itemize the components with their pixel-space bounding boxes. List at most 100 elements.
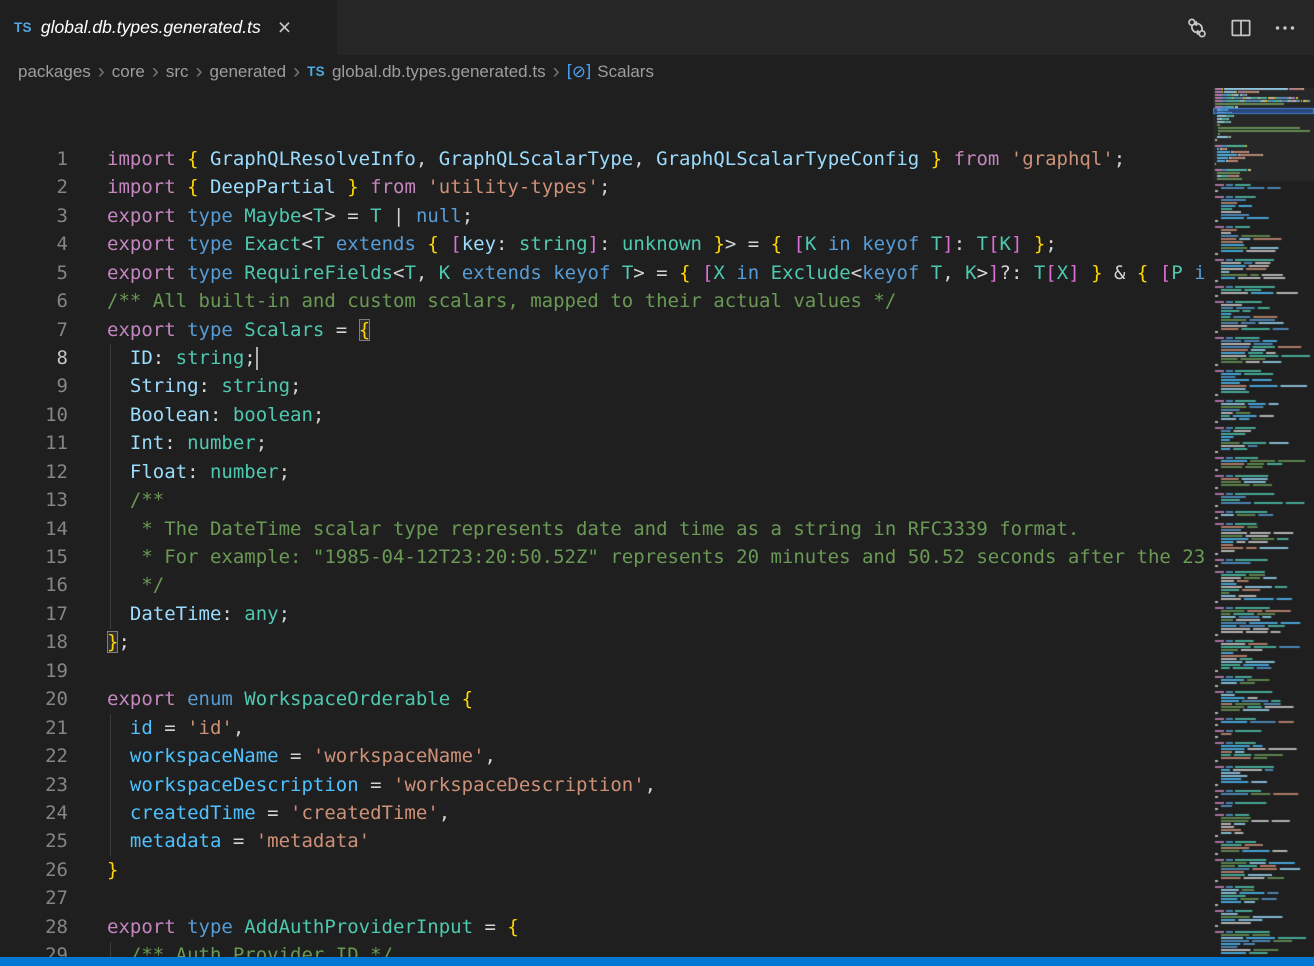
code-line[interactable]: 8 ID: string; <box>0 344 1205 372</box>
code-line[interactable]: 9 String: string; <box>0 372 1205 400</box>
split-editor-icon <box>1229 16 1253 40</box>
line-number[interactable]: 27 <box>0 884 68 912</box>
line-number[interactable]: 24 <box>0 799 68 827</box>
line-number[interactable]: 25 <box>0 827 68 855</box>
code-editor[interactable]: 1import { GraphQLResolveInfo, GraphQLSca… <box>0 88 1205 957</box>
code-text: Float: number; <box>68 458 290 486</box>
code-token: ; <box>599 176 610 198</box>
breadcrumb-symbol[interactable]: [⊘] Scalars <box>567 62 654 82</box>
code-line[interactable]: 3export type Maybe<T> = T | null; <box>0 202 1205 230</box>
chevron-right-icon: › <box>546 61 567 82</box>
code-token: type <box>187 319 244 341</box>
code-token: /** <box>107 489 164 511</box>
code-token: > <box>977 262 988 284</box>
code-line[interactable]: 4export type Exact<T extends { [key: str… <box>0 230 1205 258</box>
code-line[interactable]: 29 /** Auth Provider ID */ <box>0 941 1205 957</box>
line-number[interactable]: 19 <box>0 657 68 685</box>
breadcrumb-file[interactable]: TS global.db.types.generated.ts <box>307 62 545 82</box>
code-line[interactable]: 1import { GraphQLResolveInfo, GraphQLSca… <box>0 145 1205 173</box>
line-number[interactable]: 7 <box>0 316 68 344</box>
line-number[interactable]: 4 <box>0 230 68 258</box>
line-number[interactable]: 6 <box>0 287 68 315</box>
line-number[interactable]: 9 <box>0 372 68 400</box>
close-tab-icon[interactable]: × <box>274 16 295 39</box>
code-line[interactable]: 7export type Scalars = { <box>0 316 1205 344</box>
minimap[interactable] <box>1213 88 1314 957</box>
code-line[interactable]: 10 Boolean: boolean; <box>0 401 1205 429</box>
code-line[interactable]: 13 /** <box>0 486 1205 514</box>
code-text: metadata = 'metadata' <box>68 827 370 855</box>
code-line[interactable]: 15 * For example: "1985-04-12T23:20:50.5… <box>0 543 1205 571</box>
code-line[interactable]: 6/** All built-in and custom scalars, ma… <box>0 287 1205 315</box>
code-line[interactable]: 5export type RequireFields<T, K extends … <box>0 259 1205 287</box>
line-number[interactable]: 11 <box>0 429 68 457</box>
code-token: GraphQLScalarTypeConfig <box>656 148 931 170</box>
line-number[interactable]: 5 <box>0 259 68 287</box>
code-token: extends keyof <box>462 262 622 284</box>
code-line[interactable]: 19 <box>0 657 1205 685</box>
code-line[interactable]: 24 createdTime = 'createdTime', <box>0 799 1205 827</box>
code-token: in <box>1194 262 1205 284</box>
code-token: { <box>771 233 794 255</box>
line-number[interactable]: 18 <box>0 628 68 656</box>
breadcrumb-folder-generated[interactable]: generated <box>210 62 287 82</box>
tab-global-db-types[interactable]: TS global.db.types.generated.ts × <box>0 0 337 55</box>
code-token: Maybe <box>244 205 301 227</box>
code-token: 'createdTime' <box>290 802 439 824</box>
code-line[interactable]: 21 id = 'id', <box>0 714 1205 742</box>
line-number[interactable]: 13 <box>0 486 68 514</box>
code-token: : <box>153 347 176 369</box>
code-line[interactable]: 14 * The DateTime scalar type represents… <box>0 515 1205 543</box>
code-token: ; <box>462 205 473 227</box>
code-line[interactable]: 26} <box>0 856 1205 884</box>
code-token: ] <box>588 233 599 255</box>
line-number[interactable]: 23 <box>0 771 68 799</box>
line-number[interactable]: 28 <box>0 913 68 941</box>
indent-guide <box>110 714 111 856</box>
line-number[interactable]: 29 <box>0 941 68 957</box>
line-number[interactable]: 14 <box>0 515 68 543</box>
code-token: in keyof <box>828 233 931 255</box>
more-actions-button[interactable] <box>1268 11 1302 45</box>
split-editor-button[interactable] <box>1224 11 1258 45</box>
status-bar-accent <box>0 957 1314 966</box>
line-number[interactable]: 20 <box>0 685 68 713</box>
line-number[interactable]: 8 <box>0 344 68 372</box>
line-number[interactable]: 21 <box>0 714 68 742</box>
code-line[interactable]: 16 */ <box>0 571 1205 599</box>
code-text: * The DateTime scalar type represents da… <box>68 515 1079 543</box>
code-line[interactable]: 18}; <box>0 628 1205 656</box>
line-number[interactable]: 16 <box>0 571 68 599</box>
line-number[interactable]: 3 <box>0 202 68 230</box>
code-token: [ <box>450 233 461 255</box>
breadcrumb-folder-core[interactable]: core <box>112 62 145 82</box>
code-line[interactable]: 27 <box>0 884 1205 912</box>
line-number[interactable]: 2 <box>0 173 68 201</box>
code-token: ] <box>942 233 953 255</box>
code-line[interactable]: 20export enum WorkspaceOrderable { <box>0 685 1205 713</box>
code-line[interactable]: 28export type AddAuthProviderInput = { <box>0 913 1205 941</box>
line-number[interactable]: 26 <box>0 856 68 884</box>
code-text: } <box>68 856 118 884</box>
line-number[interactable]: 17 <box>0 600 68 628</box>
code-line[interactable]: 23 workspaceDescription = 'workspaceDesc… <box>0 771 1205 799</box>
breadcrumb-folder-packages[interactable]: packages <box>18 62 91 82</box>
line-number[interactable]: 12 <box>0 458 68 486</box>
code-line[interactable]: 11 Int: number; <box>0 429 1205 457</box>
code-line[interactable]: 12 Float: number; <box>0 458 1205 486</box>
breadcrumb-folder-src[interactable]: src <box>166 62 189 82</box>
line-number[interactable]: 22 <box>0 742 68 770</box>
code-line[interactable]: 2import { DeepPartial } from 'utility-ty… <box>0 173 1205 201</box>
git-compare-icon <box>1185 16 1209 40</box>
code-token: } <box>931 148 942 170</box>
code-token: string <box>221 375 290 397</box>
open-changes-button[interactable] <box>1180 11 1214 45</box>
type-symbol-icon: [⊘] <box>567 62 591 81</box>
line-number[interactable]: 10 <box>0 401 68 429</box>
line-number[interactable]: 15 <box>0 543 68 571</box>
code-line[interactable]: 22 workspaceName = 'workspaceName', <box>0 742 1205 770</box>
code-line[interactable]: 25 metadata = 'metadata' <box>0 827 1205 855</box>
line-number[interactable]: 1 <box>0 145 68 173</box>
code-line[interactable]: 17 DateTime: any; <box>0 600 1205 628</box>
code-text: /** All built-in and custom scalars, map… <box>68 287 896 315</box>
